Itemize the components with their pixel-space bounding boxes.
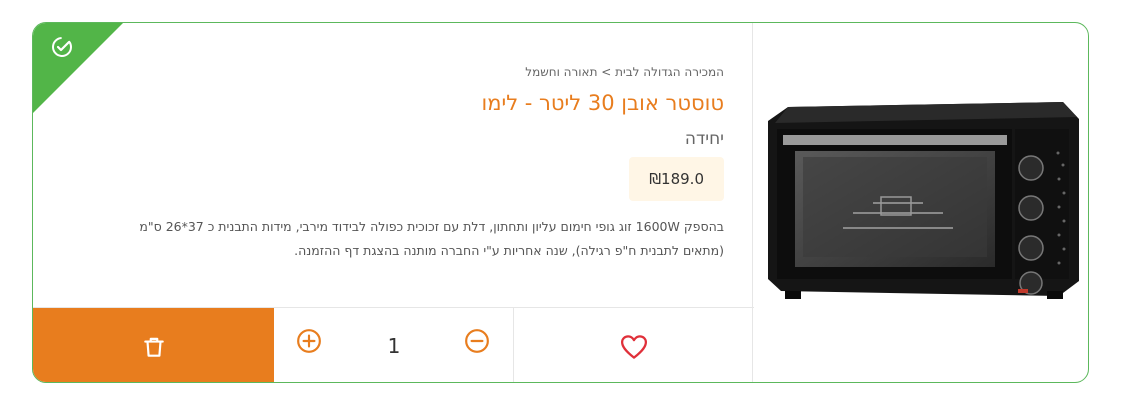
breadcrumb[interactable]: המכירה הגדולה לבית > תאורה וחשמל [95, 65, 724, 79]
plus-circle-icon[interactable] [296, 328, 322, 354]
product-unit: יחידה [684, 129, 724, 149]
price-badge: ₪189.0 [629, 157, 724, 201]
quantity-stepper: 1 [274, 308, 514, 382]
favorite-button[interactable] [514, 308, 754, 382]
product-image-container [752, 23, 1088, 382]
product-description: בהספק 1600W זוג גופי חימום עליון ותחתון,… [139, 219, 724, 258]
heart-icon [621, 334, 647, 359]
toaster-oven-image[interactable] [763, 93, 1083, 313]
trash-icon [143, 337, 164, 357]
actions-bar: 1 [33, 307, 754, 382]
product-card: המכירה הגדולה לבית > תאורה וחשמל טוסטר א… [32, 22, 1089, 383]
product-info: המכירה הגדולה לבית > תאורה וחשמל טוסטר א… [33, 23, 754, 306]
product-title[interactable]: טוסטר אובן 30 ליטר - לימו [95, 91, 724, 115]
minus-circle-icon[interactable] [464, 328, 490, 354]
quantity-value[interactable]: 1 [374, 334, 414, 358]
delete-button[interactable] [33, 308, 274, 382]
